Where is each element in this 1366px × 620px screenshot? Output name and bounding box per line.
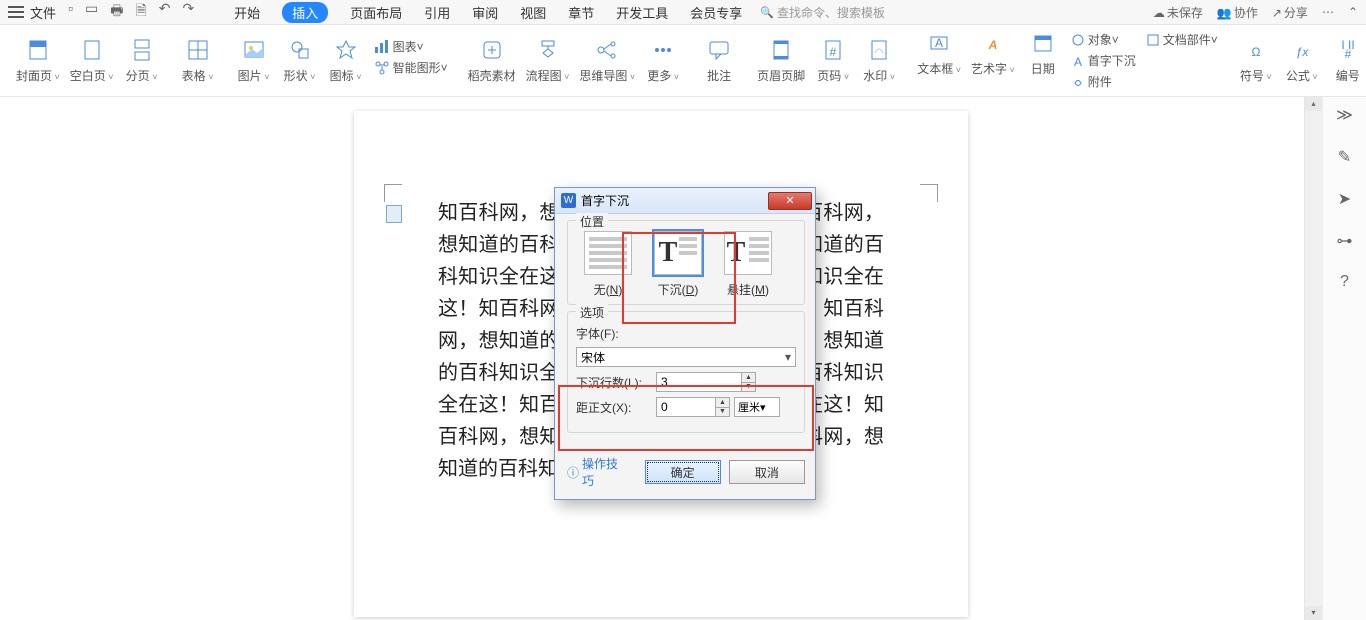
toggle-icon[interactable]: ≫ xyxy=(1336,105,1353,125)
table-button[interactable]: 表格 xyxy=(180,37,216,84)
object-button[interactable]: 对象 ˅ xyxy=(1071,31,1136,48)
svg-text:#: # xyxy=(830,45,837,59)
shape-button[interactable]: 形状 xyxy=(282,37,318,84)
margin-corner-tr xyxy=(920,184,938,202)
settings-icon[interactable]: ⊶ xyxy=(1337,231,1353,251)
titlebar: 文件 ▫ ▭ 🖶 🗎 ↶ ↷ 开始 插入 页面布局 引用 审阅 视图 章节 开发… xyxy=(0,0,1366,25)
svg-text:A: A xyxy=(1074,55,1082,68)
svg-text:#: # xyxy=(1344,47,1351,61)
cancel-button[interactable]: 取消 xyxy=(729,460,805,484)
tab-dev[interactable]: 开发工具 xyxy=(616,3,668,22)
blank-page-button[interactable]: 空白页 xyxy=(70,37,114,84)
title-actions: 未保存 协作 分享 ⋯ ⌃ xyxy=(1153,4,1358,21)
textbox-button[interactable]: A文本框 xyxy=(917,30,961,77)
ok-button[interactable]: 确定 xyxy=(645,460,721,484)
lines-input[interactable]: 3▲▼ xyxy=(656,372,756,392)
lines-label: 下沉行数(L): xyxy=(576,374,656,391)
unsaved-indicator[interactable]: 未保存 xyxy=(1153,4,1203,21)
options-group: 选项 字体(F): 宋体▾ 下沉行数(L): 3▲▼ 距正文(X): 0▲▼ 厘… xyxy=(567,311,805,433)
comment-button[interactable]: 批注 xyxy=(701,37,737,84)
close-button[interactable]: ✕ xyxy=(768,192,812,210)
tips-link[interactable]: 操作技巧 xyxy=(567,455,629,489)
help-icon[interactable]: ? xyxy=(1340,273,1349,291)
paragraph-glyph-icon[interactable] xyxy=(386,205,402,223)
tab-ref[interactable]: 引用 xyxy=(424,3,450,22)
expand-icon[interactable]: ⌃ xyxy=(1348,5,1358,19)
distance-input[interactable]: 0▲▼ xyxy=(656,397,730,417)
tab-review[interactable]: 审阅 xyxy=(472,3,498,22)
ribbon-insert: 封面页 空白页 分页 表格 图片 形状 图标 图表 ˅ 智能图形 ˅ 稻壳素材 … xyxy=(0,25,1366,97)
qat-preview-icon[interactable]: 🗎 xyxy=(135,0,146,24)
position-group: 位置 无(N) T 下沉(D) T 悬挂(M) xyxy=(567,220,805,305)
page-break-button[interactable]: 分页 xyxy=(124,37,160,84)
qat-print-icon[interactable]: 🖶 xyxy=(110,0,123,24)
tab-view[interactable]: 视图 xyxy=(520,3,546,22)
more-button[interactable]: 更多 xyxy=(645,37,681,84)
qat-redo-icon[interactable]: ↷ xyxy=(182,0,194,24)
watermark-button[interactable]: 水印 xyxy=(861,37,897,84)
smartart-button[interactable]: 智能图形 ˅ xyxy=(374,59,448,76)
formula-button[interactable]: ƒx公式 xyxy=(1284,37,1320,84)
scroll-up-icon[interactable]: ▴ xyxy=(1305,97,1322,111)
icon-button[interactable]: 图标 xyxy=(328,37,364,84)
qat-open-icon[interactable]: ▭ xyxy=(85,0,98,24)
cursor-icon[interactable]: ➤ xyxy=(1338,189,1351,209)
docparts-button[interactable]: 文档部件 ˅ xyxy=(1146,31,1218,48)
position-none[interactable]: 无(N) xyxy=(578,231,638,298)
picture-button[interactable]: 图片 xyxy=(236,37,272,84)
mindmap-button[interactable]: 思维导图 xyxy=(579,37,635,84)
distance-label: 距正文(X): xyxy=(576,399,656,416)
font-select[interactable]: 宋体▾ xyxy=(576,347,796,367)
dropcap-button[interactable]: A首字下沉 xyxy=(1071,52,1136,69)
side-panel: ≫ ✎ ➤ ⊶ ? xyxy=(1322,97,1366,620)
vertical-scrollbar[interactable]: ▴ ▾ xyxy=(1304,97,1322,620)
scroll-down-icon[interactable]: ▾ xyxy=(1305,606,1322,620)
svg-text:A: A xyxy=(988,38,998,52)
symbol-button[interactable]: Ω符号 xyxy=(1238,37,1274,84)
file-menu[interactable]: 文件 xyxy=(30,3,56,22)
qat-undo-icon[interactable]: ↶ xyxy=(159,0,171,24)
menu-icon[interactable] xyxy=(8,6,24,18)
quick-access-toolbar: ▫ ▭ 🖶 🗎 ↶ ↷ xyxy=(68,0,194,24)
tab-layout[interactable]: 页面布局 xyxy=(350,3,402,22)
pen-icon[interactable]: ✎ xyxy=(1338,147,1351,167)
header-footer-button[interactable]: 页眉页脚 xyxy=(757,37,805,84)
material-button[interactable]: 稻壳素材 xyxy=(468,37,516,84)
app-icon: W xyxy=(561,193,576,208)
margin-corner-tl xyxy=(384,184,402,202)
numbering-button[interactable]: I II#编号 xyxy=(1330,37,1366,84)
tab-insert[interactable]: 插入 xyxy=(282,2,328,23)
share-button[interactable]: 分享 xyxy=(1272,4,1308,21)
svg-text:ƒx: ƒx xyxy=(1295,45,1309,59)
position-margin[interactable]: T 悬挂(M) xyxy=(718,231,778,298)
chart-button[interactable]: 图表 ˅ xyxy=(374,38,448,55)
position-dropped[interactable]: T 下沉(D) xyxy=(648,231,708,298)
cover-page-button[interactable]: 封面页 xyxy=(16,37,60,84)
flowchart-button[interactable]: 流程图 xyxy=(526,37,570,84)
tab-vip[interactable]: 会员专享 xyxy=(690,3,742,22)
attachment-button[interactable]: 附件 xyxy=(1071,73,1136,90)
date-button[interactable]: 日期 xyxy=(1025,30,1061,77)
svg-text:A: A xyxy=(935,36,943,50)
dropcap-dialog: W 首字下沉 ✕ 位置 无(N) T 下沉(D) T 悬挂(M) xyxy=(554,187,816,500)
options-legend: 选项 xyxy=(576,304,608,321)
more-icon[interactable]: ⋯ xyxy=(1322,5,1334,19)
qat-new-icon[interactable]: ▫ xyxy=(68,0,73,24)
distance-unit-select[interactable]: 厘米▾ xyxy=(734,397,780,417)
tab-start[interactable]: 开始 xyxy=(234,3,260,22)
svg-text:Ω: Ω xyxy=(1251,45,1260,59)
collab-button[interactable]: 协作 xyxy=(1217,4,1258,21)
page-number-button[interactable]: #页码 xyxy=(815,37,851,84)
dialog-titlebar[interactable]: W 首字下沉 ✕ xyxy=(555,188,815,214)
dialog-title: 首字下沉 xyxy=(581,192,629,209)
font-label: 字体(F): xyxy=(576,325,656,342)
tab-chapter[interactable]: 章节 xyxy=(568,3,594,22)
wordart-button[interactable]: A艺术字 xyxy=(971,30,1015,77)
search-input[interactable]: 查找命令、搜索模板 xyxy=(760,4,885,21)
menu-tabs: 开始 插入 页面布局 引用 审阅 视图 章节 开发工具 会员专享 xyxy=(234,2,742,23)
position-legend: 位置 xyxy=(576,213,608,230)
